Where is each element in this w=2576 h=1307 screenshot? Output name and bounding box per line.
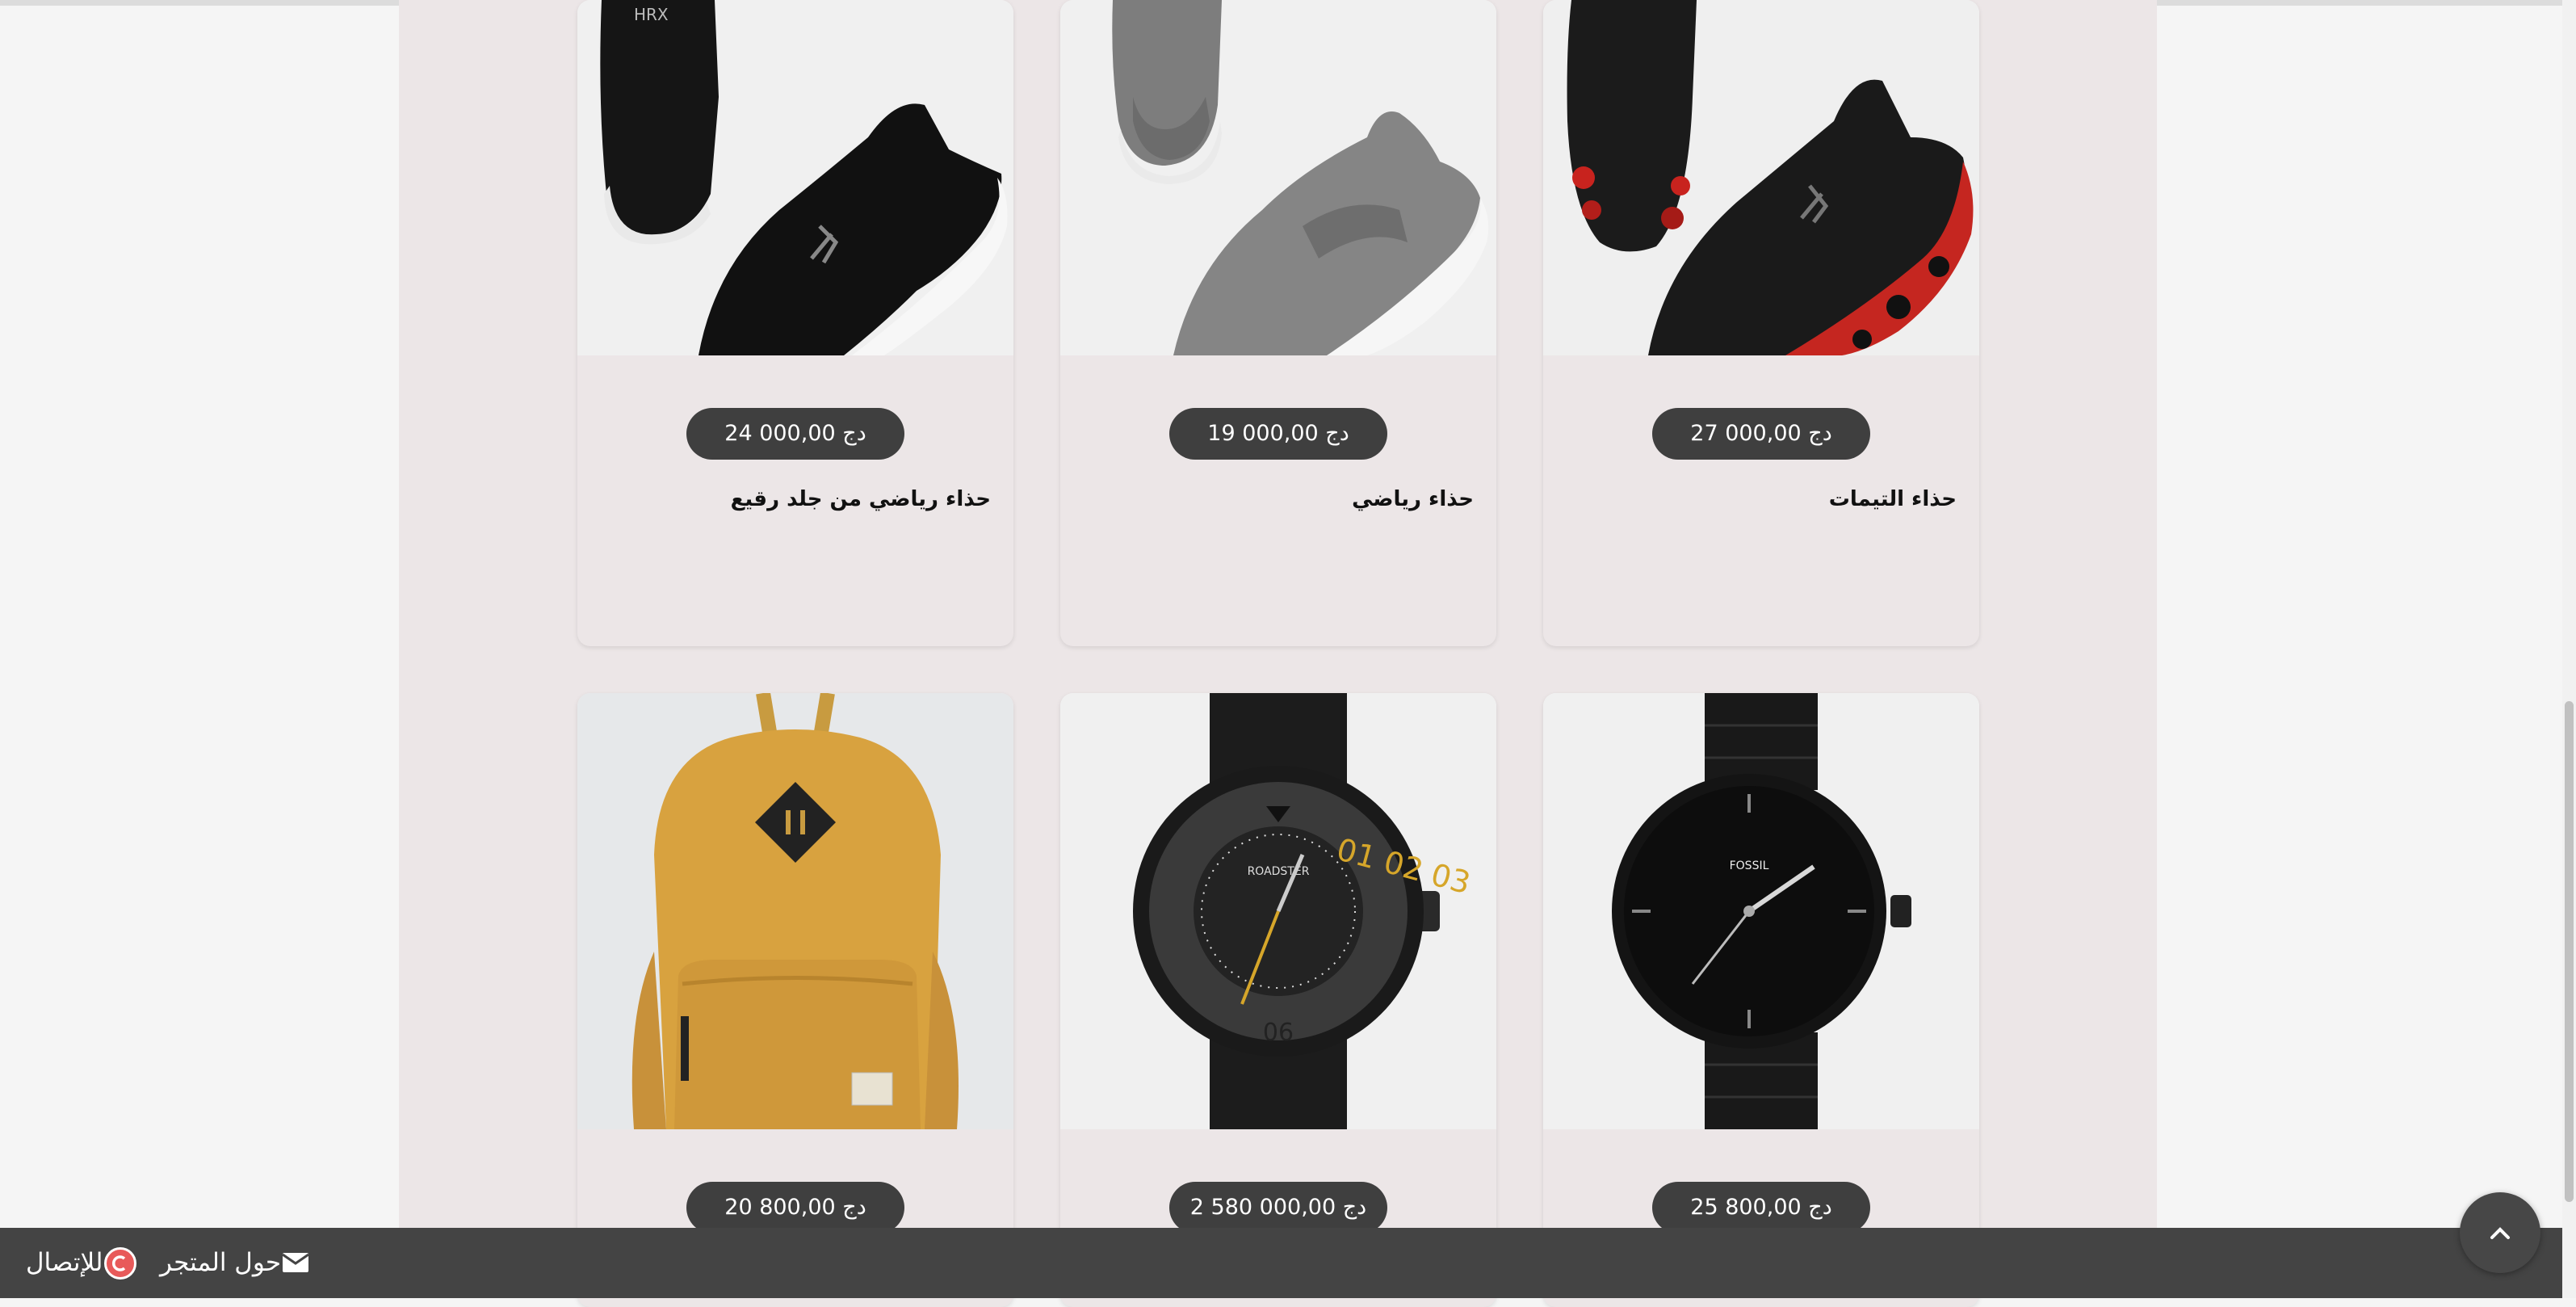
product-card[interactable]: HRX 24 000,00 دج حذاء رياضي من جلد رقيع <box>577 0 1013 646</box>
bottom-bar: حول المتجر للإتصال <box>0 1228 2576 1298</box>
svg-text:HRX: HRX <box>634 5 669 24</box>
product-price: 20 800,00 دج <box>686 1182 904 1233</box>
watch-brand-text: ROADSTER <box>1248 865 1310 878</box>
product-name[interactable]: حذاء التيمات <box>1829 487 1957 511</box>
product-image-roadster-watch[interactable]: ROADSTER 01 02 03 06 <box>1060 693 1496 1129</box>
product-price: 25 800,00 دج <box>1652 1182 1870 1233</box>
product-name[interactable]: حذاء رياضي من جلد رقيع <box>731 487 991 511</box>
product-card[interactable]: ROADSTER 01 02 03 06 2 580 000,00 دج <box>1060 693 1496 1307</box>
product-price: 27 000,00 دج <box>1652 408 1870 460</box>
product-price: 24 000,00 دج <box>686 408 904 460</box>
scrollbar-thumb[interactable] <box>2565 701 2574 1202</box>
envelope-icon[interactable] <box>282 1253 309 1272</box>
product-card[interactable]: 20 800,00 دج <box>577 693 1013 1307</box>
product-image-grey-slip-on-sneakers[interactable] <box>1060 0 1496 355</box>
scrollbar[interactable] <box>2562 0 2576 1298</box>
product-name[interactable]: حذاء رياضي <box>1352 487 1474 511</box>
contact-link[interactable]: للإتصال <box>26 1228 103 1298</box>
product-image-yellow-backpack[interactable] <box>577 693 1013 1129</box>
copyright-circle-icon <box>104 1247 136 1280</box>
product-card[interactable]: 27 000,00 دج حذاء التيمات <box>1543 0 1979 646</box>
chevron-up-icon <box>2490 1227 2510 1239</box>
product-image-black-red-camo-sneakers[interactable] <box>1543 0 1979 355</box>
product-image-black-sneakers[interactable]: HRX <box>577 0 1013 355</box>
product-price: 19 000,00 دج <box>1169 408 1387 460</box>
watch-brand-text: FOSSIL <box>1730 859 1769 872</box>
product-card[interactable]: 19 000,00 دج حذاء رياضي <box>1060 0 1496 646</box>
product-price: 2 580 000,00 دج <box>1169 1182 1387 1233</box>
scroll-to-top-button[interactable] <box>2460 1192 2540 1273</box>
product-card[interactable]: FOSSIL 25 800,00 دج <box>1543 693 1979 1307</box>
product-image-fossil-black-watch[interactable]: FOSSIL <box>1543 693 1979 1129</box>
svg-text:06: 06 <box>1263 1019 1294 1047</box>
about-store-link[interactable]: حول المتجر <box>160 1228 281 1298</box>
